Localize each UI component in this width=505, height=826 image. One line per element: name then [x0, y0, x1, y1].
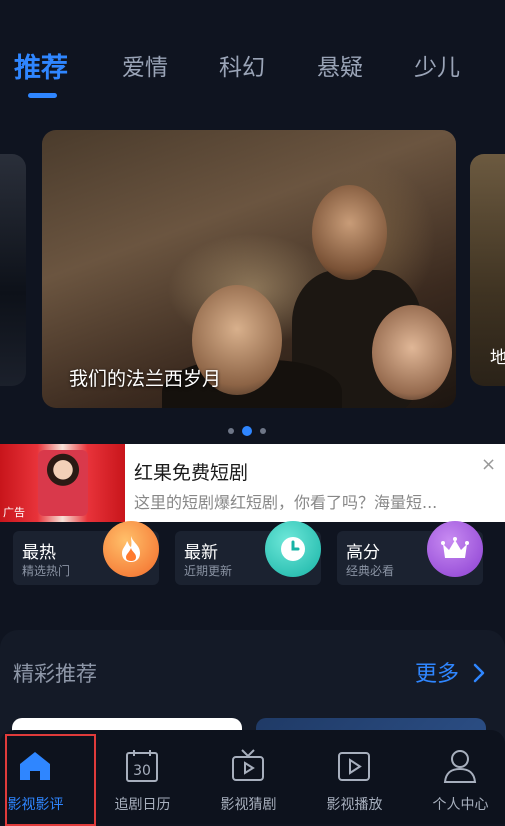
calendar-day: 30 [133, 763, 151, 779]
more-label: 更多 [415, 662, 460, 687]
carousel-card-current[interactable]: 我们的法兰西岁月 [42, 130, 456, 408]
category-top-rated-button[interactable]: 高分 经典必看 [337, 521, 483, 585]
nav-label: 个人中心 [432, 797, 489, 813]
tv-icon [232, 749, 264, 781]
active-tab-indicator [28, 93, 57, 98]
pagination-dot-active[interactable] [242, 426, 252, 436]
ad-image-portrait [38, 450, 88, 516]
clock-icon [265, 521, 321, 577]
category-new-button[interactable]: 最新 近期更新 [175, 521, 321, 585]
calendar-icon: 30 [126, 750, 158, 782]
tab-recommend[interactable]: 推荐 [14, 46, 68, 85]
selection-highlight [5, 734, 96, 826]
tab-kids[interactable]: 少儿 [414, 48, 460, 82]
category-subtitle: 近期更新 [184, 564, 233, 578]
play-icon [338, 752, 370, 781]
nav-label: 影视播放 [326, 797, 383, 813]
poster-figure [312, 185, 387, 280]
carousel-next-title: 地 [490, 348, 505, 368]
carousel-card-next[interactable]: 地 [470, 154, 505, 386]
poster-figure [372, 305, 452, 400]
category-subtitle: 经典必看 [346, 564, 395, 578]
tab-romance[interactable]: 爱情 [122, 48, 168, 82]
close-icon[interactable]: × [481, 454, 496, 475]
category-title: 最新 [184, 543, 218, 563]
tab-scifi[interactable]: 科幻 [219, 48, 265, 82]
more-link[interactable]: 更多 [415, 656, 486, 688]
nav-item-profile[interactable]: 个人中心 [410, 730, 505, 824]
banner-carousel: 我们的法兰西岁月 地 [0, 130, 505, 410]
carousel-card-prev[interactable] [0, 154, 26, 386]
nav-item-calendar[interactable]: 30 追剧日历 [92, 730, 193, 824]
crown-icon [427, 521, 483, 577]
category-title: 高分 [346, 543, 380, 563]
nav-item-play[interactable]: 影视播放 [304, 730, 405, 824]
tab-mystery[interactable]: 悬疑 [317, 48, 363, 82]
ad-banner[interactable]: 广告 红果免费短剧 这里的短剧爆红短剧，你看了吗？海量短... × [0, 444, 505, 522]
category-title: 最热 [22, 543, 56, 563]
category-tabs: 推荐 爱情 科幻 悬疑 少儿 [0, 48, 505, 98]
nav-item-guess[interactable]: 影视猜剧 [198, 730, 299, 824]
fire-icon [103, 521, 159, 577]
ad-title: 红果免费短剧 [134, 462, 249, 484]
category-subtitle: 精选热门 [22, 564, 71, 578]
nav-label: 影视猜剧 [220, 797, 277, 813]
carousel-card-title: 我们的法兰西岁月 [69, 368, 222, 390]
nav-label: 追剧日历 [114, 797, 171, 813]
category-hot-button[interactable]: 最热 精选热门 [13, 521, 159, 585]
chevron-right-icon [473, 663, 485, 683]
pagination-dot[interactable] [260, 428, 266, 434]
pagination-dot[interactable] [228, 428, 234, 434]
user-icon [443, 750, 477, 783]
ad-description: 这里的短剧爆红短剧，你看了吗？海量短... [134, 493, 438, 512]
ad-image: 广告 [0, 444, 125, 522]
section-title: 精彩推荐 [13, 662, 97, 686]
ad-label: 广告 [3, 506, 25, 519]
